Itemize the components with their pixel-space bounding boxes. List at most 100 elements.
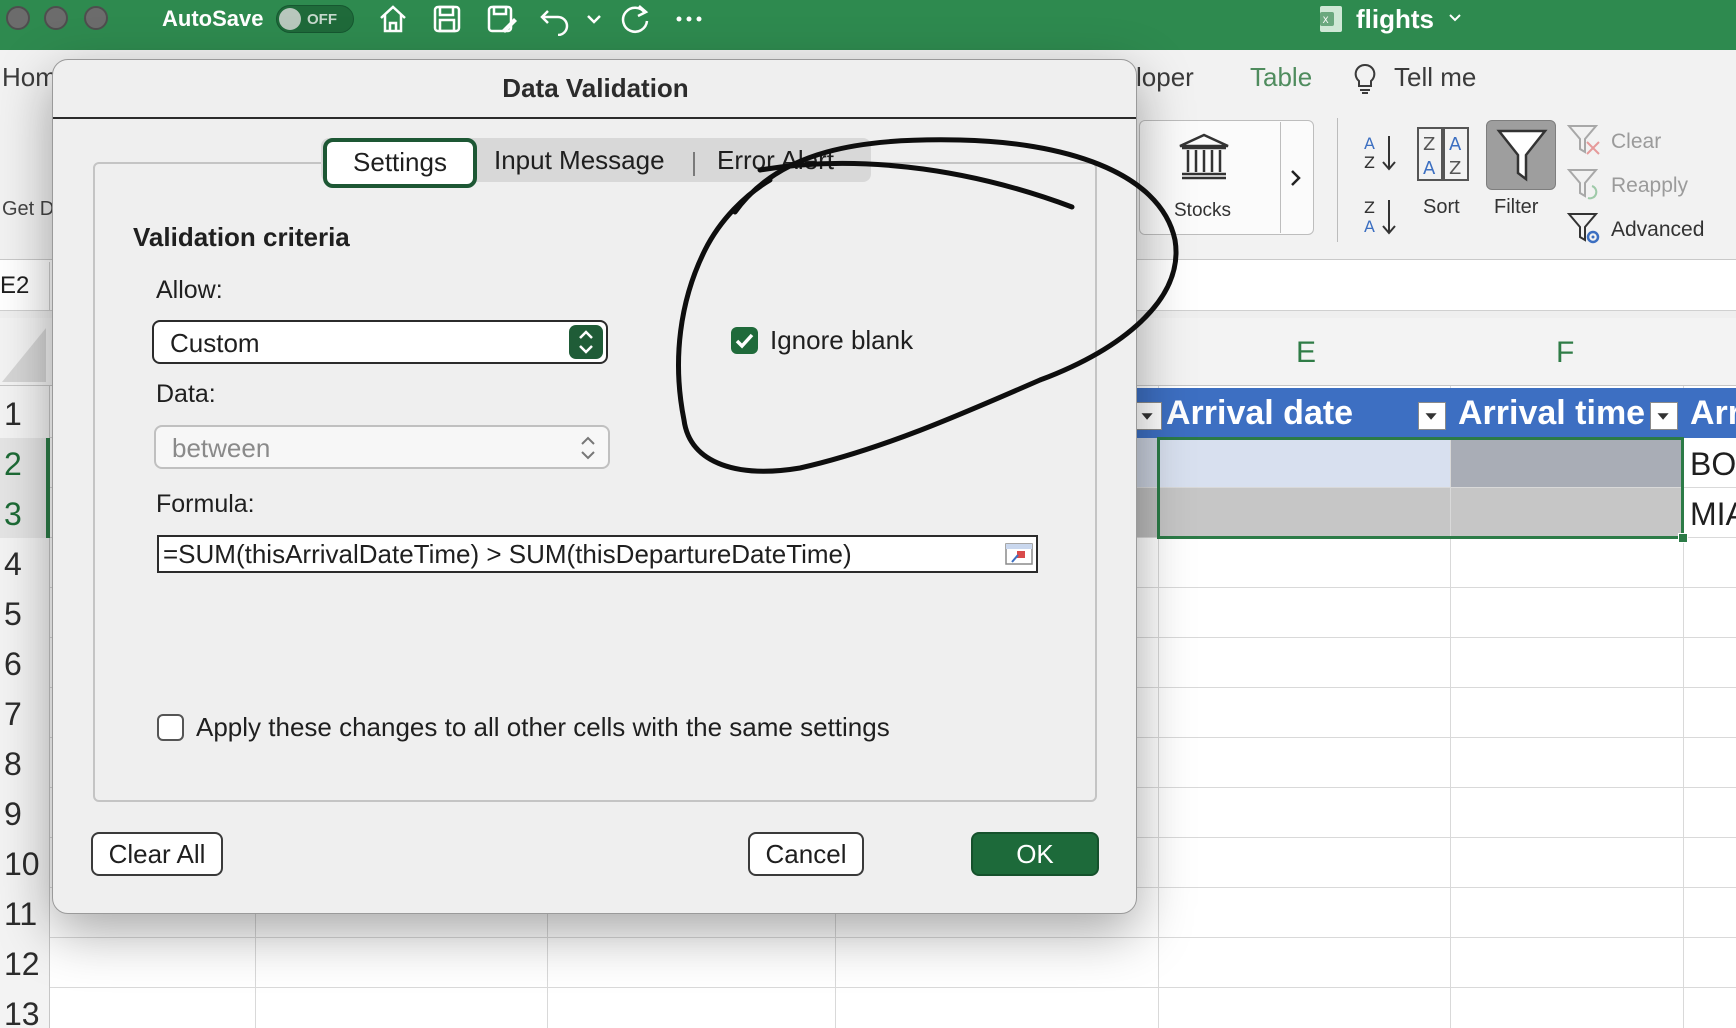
row-header-9[interactable]: 9 — [4, 796, 22, 833]
gallery-expand-chevron-icon[interactable] — [1288, 166, 1304, 190]
row-header-6[interactable]: 6 — [4, 646, 22, 683]
row-header-1[interactable]: 1 — [4, 396, 22, 433]
row-header-12[interactable]: 12 — [4, 946, 40, 983]
column-header-f[interactable]: F — [1556, 336, 1574, 370]
save-as-icon[interactable] — [484, 2, 518, 36]
row-header-5[interactable]: 5 — [4, 596, 22, 633]
formula-input-value: =SUM(thisArrivalDateTime) > SUM(thisDepa… — [163, 539, 852, 569]
tab-error-alert[interactable]: Error Alert — [717, 145, 834, 176]
ok-button[interactable]: OK — [971, 832, 1099, 876]
svg-text:Z: Z — [1364, 198, 1375, 217]
reapply-label[interactable]: Reapply — [1611, 174, 1688, 198]
range-selector-icon[interactable] — [1004, 540, 1034, 568]
dialog-title-divider — [53, 117, 1136, 119]
document-title[interactable]: flights — [1356, 4, 1434, 35]
autosave-label: AutoSave — [162, 6, 264, 31]
ignore-blank-checkbox[interactable] — [731, 327, 758, 354]
row-header-3[interactable]: 3 — [4, 496, 22, 533]
get-data-button[interactable]: Get D — [2, 198, 54, 221]
reapply-filter-icon[interactable] — [1566, 166, 1602, 202]
svg-text:A: A — [1449, 134, 1462, 155]
advanced-label[interactable]: Advanced — [1611, 218, 1704, 242]
save-icon[interactable] — [430, 2, 464, 36]
apply-to-all-checkbox[interactable] — [157, 714, 184, 741]
close-window-button[interactable] — [6, 6, 30, 30]
advanced-filter-icon[interactable] — [1566, 210, 1602, 246]
autosave-toggle-knob — [279, 8, 301, 30]
up-down-chevron-icon — [579, 330, 593, 354]
more-options-icon[interactable] — [672, 2, 706, 36]
cancel-button[interactable]: Cancel — [748, 832, 864, 876]
sort-icon[interactable]: Z A A Z — [1416, 126, 1472, 184]
chevron-down-icon — [1657, 413, 1669, 420]
row-header-2[interactable]: 2 — [4, 446, 22, 483]
row-header-13[interactable]: 13 — [4, 996, 40, 1028]
clear-label[interactable]: Clear — [1611, 130, 1661, 154]
table-header-arrival-date[interactable]: Arrival date — [1166, 394, 1353, 433]
row-header-8[interactable]: 8 — [4, 746, 22, 783]
row-header-7[interactable]: 7 — [4, 696, 22, 733]
cell-d3[interactable] — [1136, 488, 1158, 537]
grid-line — [50, 987, 1736, 988]
dialog-title: Data Validation — [502, 73, 689, 103]
svg-text:Z: Z — [1423, 134, 1435, 155]
formula-input[interactable]: =SUM(thisArrivalDateTime) > SUM(thisDepa… — [157, 535, 1038, 573]
data-select-value: between — [172, 433, 271, 463]
filter-label[interactable]: Filter — [1494, 196, 1538, 219]
cell-d2[interactable] — [1136, 438, 1158, 487]
selection-border — [1157, 437, 1684, 539]
tab-settings[interactable]: Settings — [323, 138, 477, 188]
table-header-filter-dropdown[interactable] — [1134, 402, 1162, 430]
sort-a-to-z-icon[interactable]: A Z — [1362, 132, 1400, 176]
arrival-date-filter-dropdown[interactable] — [1418, 402, 1446, 430]
grid-line — [50, 937, 1736, 938]
stocks-label[interactable]: Stocks — [1174, 200, 1231, 222]
clear-all-button[interactable]: Clear All — [91, 832, 223, 876]
arrival-time-filter-dropdown[interactable] — [1650, 402, 1678, 430]
data-select[interactable]: between — [154, 425, 610, 469]
undo-dropdown-chevron-icon[interactable] — [584, 2, 604, 36]
sort-z-to-a-icon[interactable]: Z A — [1362, 196, 1400, 240]
gallery-divider — [1280, 122, 1281, 233]
filter-button[interactable] — [1486, 120, 1556, 190]
validation-criteria-heading: Validation criteria — [133, 222, 350, 252]
row-header-4[interactable]: 4 — [4, 546, 22, 583]
document-title-chevron-icon[interactable] — [1446, 8, 1464, 26]
minimize-window-button[interactable] — [44, 6, 68, 30]
data-validation-dialog: Data Validation Settings Input Message E… — [52, 59, 1137, 914]
row-header-11[interactable]: 11 — [4, 896, 37, 933]
lightbulb-icon — [1354, 63, 1376, 94]
clear-filter-icon[interactable] — [1566, 122, 1602, 158]
allow-select-stepper — [569, 325, 603, 359]
undo-icon[interactable] — [538, 2, 572, 36]
column-header-e[interactable]: E — [1296, 336, 1316, 370]
redo-icon[interactable] — [618, 2, 652, 36]
apply-to-all-label[interactable]: Apply these changes to all other cells w… — [196, 712, 890, 743]
table-header-arr[interactable]: Arr — [1690, 394, 1736, 433]
svg-text:Z: Z — [1449, 158, 1461, 179]
autosave-toggle[interactable]: OFF — [276, 5, 354, 33]
tab-table[interactable]: Table — [1250, 62, 1312, 93]
tab-home[interactable]: Hom — [2, 62, 57, 93]
svg-text:A: A — [1423, 158, 1436, 179]
excel-file-icon: X — [1320, 6, 1342, 32]
select-all-corner-icon[interactable] — [0, 324, 48, 384]
up-down-chevron-icon — [581, 436, 595, 460]
tab-input-message[interactable]: Input Message — [494, 145, 665, 176]
allow-select[interactable]: Custom — [152, 320, 608, 364]
tab-tell-me[interactable]: Tell me — [1394, 62, 1476, 93]
row-header-10[interactable]: 10 — [4, 846, 40, 883]
tab-separator — [693, 152, 695, 176]
tab-developer[interactable]: loper — [1136, 62, 1194, 93]
cell-g2[interactable]: BO — [1690, 446, 1736, 483]
stocks-bank-icon[interactable] — [1176, 132, 1232, 180]
fill-handle[interactable] — [1678, 533, 1688, 543]
checkmark-icon — [735, 333, 754, 349]
chevron-down-icon — [1141, 413, 1153, 420]
ignore-blank-label[interactable]: Ignore blank — [770, 325, 913, 356]
table-header-arrival-time[interactable]: Arrival time — [1458, 394, 1645, 433]
home-icon[interactable] — [376, 2, 410, 36]
maximize-window-button[interactable] — [84, 6, 108, 30]
sort-label[interactable]: Sort — [1423, 196, 1460, 219]
cell-g3[interactable]: MIA — [1690, 496, 1736, 533]
